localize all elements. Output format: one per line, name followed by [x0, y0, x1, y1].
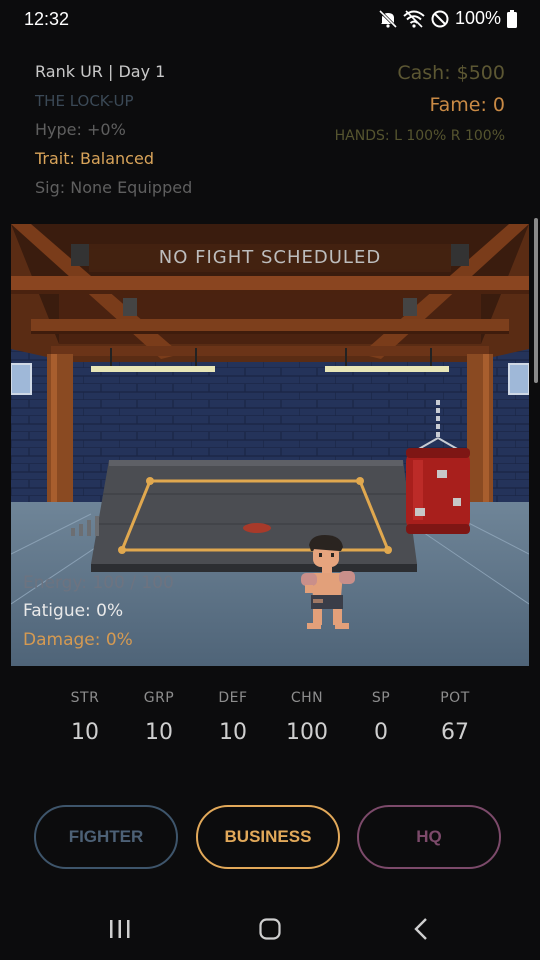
scrollbar[interactable]: [534, 218, 538, 383]
punching-bag[interactable]: [401, 400, 481, 540]
stat-pot: POT 67: [418, 690, 492, 745]
mute-icon: [378, 9, 398, 28]
status-time: 12:32: [24, 9, 70, 29]
finances-panel: Cash: $500 Fame: 0 HANDS: L 100% R 100%: [335, 60, 505, 149]
fighter-stats: STR 10 GRP 10 DEF 10 CHN 100 SP 0 POT 67: [48, 690, 492, 745]
back-icon[interactable]: [410, 917, 434, 941]
recent-apps-icon[interactable]: [108, 917, 132, 941]
fatigue-label: Fatigue: 0%: [23, 601, 124, 621]
stat-value: 67: [441, 720, 469, 745]
fighter-button[interactable]: FIGHTER: [34, 805, 178, 869]
stat-label: POT: [440, 690, 470, 706]
stat-label: DEF: [218, 690, 248, 706]
status-bar: 12:32 100%: [0, 0, 540, 40]
stat-str: STR 10: [48, 690, 122, 745]
stat-label: GRP: [143, 690, 175, 706]
system-nav-bar: [0, 890, 540, 960]
hype-label: Hype: +0%: [35, 120, 126, 139]
fame-label: Fame: 0: [429, 94, 505, 116]
energy-label: Energy: 100 / 100: [23, 573, 174, 593]
rank-day-label: Rank UR | Day 1: [35, 62, 166, 81]
stat-def: DEF 10: [196, 690, 270, 745]
stat-label: SP: [371, 690, 391, 706]
stat-value: 0: [374, 720, 388, 745]
stat-label: CHN: [290, 690, 324, 706]
stat-sp: SP 0: [344, 690, 418, 745]
damage-label: Damage: 0%: [23, 630, 133, 650]
stat-chn: CHN 100: [270, 690, 344, 745]
hands-label: HANDS: L 100% R 100%: [334, 128, 505, 144]
home-icon[interactable]: [258, 917, 282, 941]
stat-label: STR: [70, 690, 100, 706]
stat-value: 10: [145, 720, 173, 745]
signature-label: Sig: None Equipped: [35, 178, 193, 197]
fight-status-banner: NO FIGHT SCHEDULED: [158, 247, 382, 268]
do-not-disturb-icon: [431, 10, 449, 27]
wifi-off-icon: [403, 9, 425, 28]
stat-grp: GRP 10: [122, 690, 196, 745]
gym-scene: NO FIGHT SCHEDULED Energy: 100 / 100 Fat…: [11, 224, 529, 666]
move-name-label: THE LOCK-UP: [35, 92, 134, 110]
cash-label: Cash: $500: [397, 62, 505, 84]
battery-icon: [507, 9, 517, 28]
battery-percent: 100%: [454, 8, 501, 28]
fighter-character[interactable]: [295, 535, 361, 631]
stat-value: 100: [286, 720, 328, 745]
trait-label: Trait: Balanced: [35, 149, 154, 168]
hq-button[interactable]: HQ: [357, 805, 501, 869]
status-icons: 100%: [378, 8, 518, 29]
stat-value: 10: [219, 720, 247, 745]
business-button[interactable]: BUSINESS: [196, 805, 340, 869]
profile-panel: Rank UR | Day 1 THE LOCK-UP Hype: +0% Tr…: [35, 60, 192, 205]
stat-value: 10: [71, 720, 99, 745]
